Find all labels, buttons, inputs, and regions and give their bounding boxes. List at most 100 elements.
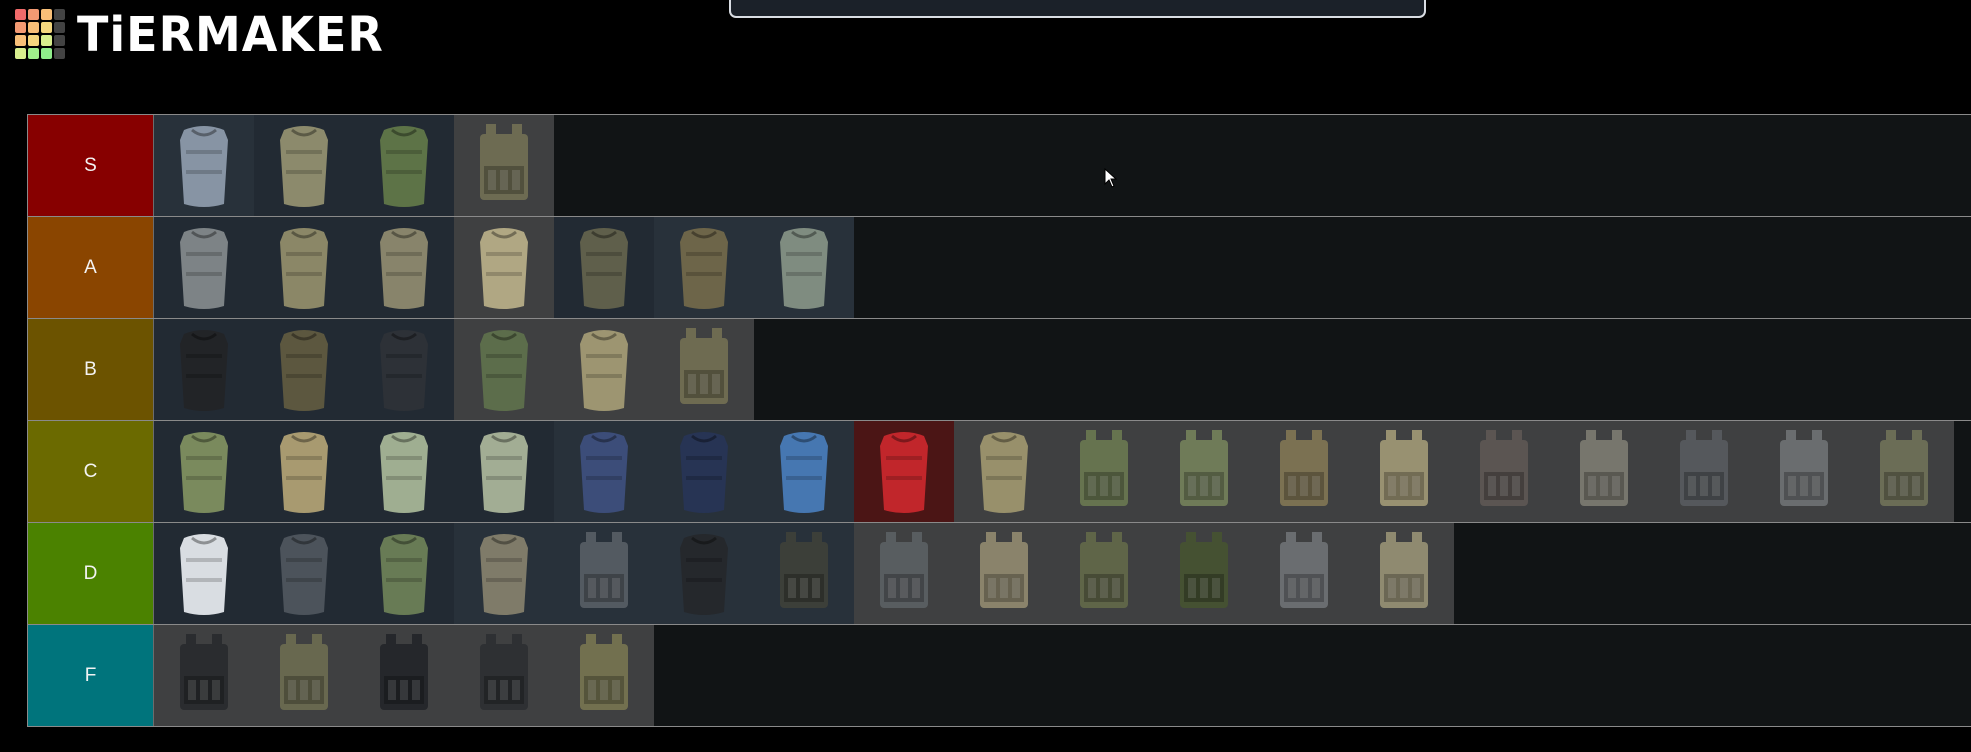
tier-item[interactable] bbox=[554, 523, 654, 624]
logo-cell bbox=[28, 22, 39, 33]
tier-row-a: A bbox=[27, 217, 1971, 319]
tier-item[interactable] bbox=[454, 523, 554, 624]
gray-armor-vest-icon bbox=[180, 126, 228, 207]
tier-item[interactable] bbox=[554, 217, 654, 318]
multicam-plate-carrier-icon bbox=[580, 634, 628, 710]
tier-item[interactable] bbox=[254, 421, 354, 522]
tier-item[interactable] bbox=[354, 115, 454, 216]
tier-item[interactable] bbox=[1454, 421, 1554, 522]
tan-armor-vest-icon bbox=[980, 432, 1028, 513]
tier-item[interactable] bbox=[654, 421, 754, 522]
tier-item[interactable] bbox=[154, 421, 254, 522]
tier-item[interactable] bbox=[1054, 523, 1154, 624]
tier-item[interactable] bbox=[854, 523, 954, 624]
tier-label[interactable]: C bbox=[27, 421, 154, 522]
blue-armor-vest-icon bbox=[580, 432, 628, 513]
logo-cell bbox=[28, 35, 39, 46]
tier-item[interactable] bbox=[654, 523, 754, 624]
logo-cell bbox=[28, 48, 39, 59]
multicam-armor-vest-icon bbox=[280, 126, 328, 207]
tier-item[interactable] bbox=[1154, 523, 1254, 624]
tier-items bbox=[154, 217, 1971, 318]
tier-item[interactable] bbox=[454, 319, 554, 420]
tier-item[interactable] bbox=[1154, 421, 1254, 522]
logo-cell bbox=[15, 9, 26, 20]
tan-armor-vest-icon bbox=[480, 228, 528, 309]
tier-item[interactable] bbox=[1254, 421, 1354, 522]
tier-item[interactable] bbox=[354, 523, 454, 624]
gray-plate-carrier-icon bbox=[1780, 430, 1828, 506]
tier-item[interactable] bbox=[154, 625, 254, 726]
tier-item[interactable] bbox=[454, 217, 554, 318]
tier-item[interactable] bbox=[1254, 523, 1354, 624]
tier-label[interactable]: S bbox=[27, 115, 154, 216]
white-armor-vest-icon bbox=[180, 534, 228, 615]
tiermaker-logo[interactable]: TiERMAKER bbox=[15, 9, 384, 59]
tier-item[interactable] bbox=[154, 217, 254, 318]
tier-item[interactable] bbox=[954, 523, 1054, 624]
tier-item[interactable] bbox=[1754, 421, 1854, 522]
tier-label[interactable]: A bbox=[27, 217, 154, 318]
gray-plate-carrier-icon bbox=[880, 532, 928, 608]
tier-items bbox=[154, 421, 1971, 522]
multicam-armor-vest-icon bbox=[280, 228, 328, 309]
green-camo-armor-vest-icon bbox=[180, 432, 228, 513]
tier-item[interactable] bbox=[554, 625, 654, 726]
tier-item[interactable] bbox=[254, 319, 354, 420]
tier-item[interactable] bbox=[254, 115, 354, 216]
tier-row-d: D bbox=[27, 523, 1971, 625]
tier-item[interactable] bbox=[854, 421, 954, 522]
tier-item[interactable] bbox=[354, 319, 454, 420]
tier-item[interactable] bbox=[754, 217, 854, 318]
logo-cell bbox=[54, 22, 65, 33]
tier-item[interactable] bbox=[254, 625, 354, 726]
tier-list: SABCDF bbox=[27, 114, 1971, 727]
black-plate-carrier-icon bbox=[480, 634, 528, 710]
tier-item[interactable] bbox=[154, 319, 254, 420]
logo-cell bbox=[41, 9, 52, 20]
tier-item[interactable] bbox=[154, 115, 254, 216]
tier-item[interactable] bbox=[1354, 421, 1454, 522]
search-input[interactable] bbox=[729, 0, 1426, 18]
tier-item[interactable] bbox=[154, 523, 254, 624]
tier-item[interactable] bbox=[754, 523, 854, 624]
olive-armor-vest-icon bbox=[680, 228, 728, 309]
tier-item[interactable] bbox=[454, 421, 554, 522]
tier-item[interactable] bbox=[254, 523, 354, 624]
green-plate-carrier-icon bbox=[1180, 532, 1228, 608]
pale-camo-armor-vest-icon bbox=[380, 432, 428, 513]
pale-camo-armor-vest-icon bbox=[480, 432, 528, 513]
tier-item[interactable] bbox=[554, 319, 654, 420]
tier-item[interactable] bbox=[1554, 421, 1654, 522]
tier-item[interactable] bbox=[954, 421, 1054, 522]
tier-label[interactable]: D bbox=[27, 523, 154, 624]
black-armor-vest-icon bbox=[180, 330, 228, 411]
tier-item[interactable] bbox=[654, 319, 754, 420]
tier-item[interactable] bbox=[554, 421, 654, 522]
multicam-plate-carrier-icon bbox=[480, 124, 528, 200]
tier-item[interactable] bbox=[1854, 421, 1954, 522]
tier-item[interactable] bbox=[354, 217, 454, 318]
tier-label[interactable]: F bbox=[27, 625, 154, 726]
tier-item[interactable] bbox=[354, 625, 454, 726]
tier-item[interactable] bbox=[1354, 523, 1454, 624]
tier-item[interactable] bbox=[654, 217, 754, 318]
black-plate-carrier-icon bbox=[380, 634, 428, 710]
tier-item[interactable] bbox=[1654, 421, 1754, 522]
green-plate-carrier-icon bbox=[1080, 532, 1128, 608]
tier-item[interactable] bbox=[454, 625, 554, 726]
logo-cell bbox=[15, 22, 26, 33]
dark-plate-carrier-icon bbox=[780, 532, 828, 608]
tier-items bbox=[154, 319, 1971, 420]
tier-label[interactable]: B bbox=[27, 319, 154, 420]
tier-item[interactable] bbox=[454, 115, 554, 216]
tier-item[interactable] bbox=[754, 421, 854, 522]
untar-armor-vest-icon bbox=[780, 432, 828, 513]
tier-item[interactable] bbox=[354, 421, 454, 522]
tier-item[interactable] bbox=[1054, 421, 1154, 522]
gray-plate-carrier-icon bbox=[580, 532, 628, 608]
logo-grid-icon bbox=[15, 9, 65, 59]
tier-item[interactable] bbox=[254, 217, 354, 318]
logo-cell bbox=[41, 48, 52, 59]
multicam-plate-carrier-icon bbox=[1280, 430, 1328, 506]
